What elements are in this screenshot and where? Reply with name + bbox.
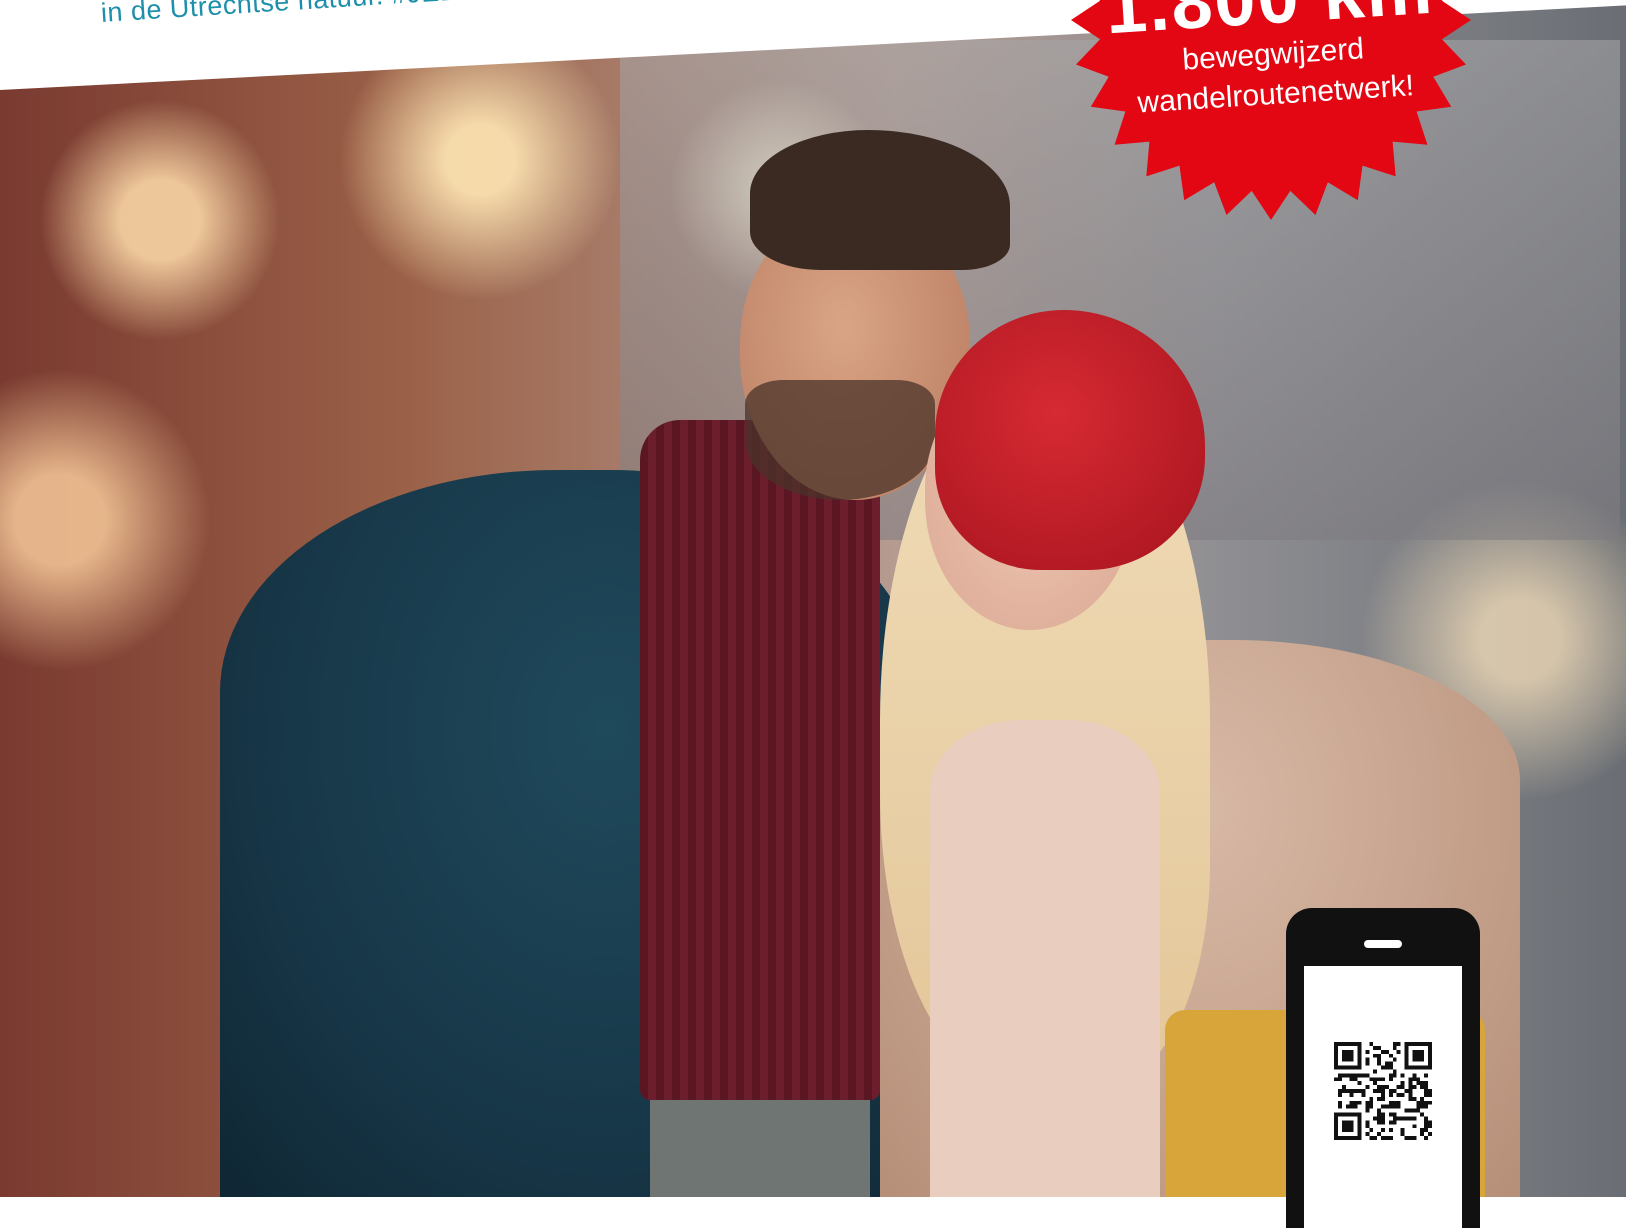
- badge-text: 1.800 km bewegwijzerd wandelroutenetwerk…: [1053, 0, 1489, 242]
- woman-sweater: [930, 720, 1160, 1197]
- distance-badge: 1.800 km bewegwijzerd wandelroutenetwerk…: [1066, 0, 1476, 230]
- qr-code-icon[interactable]: [1334, 1042, 1432, 1140]
- man-beard: [745, 380, 935, 500]
- phone-speaker: [1364, 940, 1402, 948]
- man-scarf: [640, 420, 880, 1100]
- phone-graphic: [1286, 908, 1480, 1228]
- phone-screen: [1304, 966, 1462, 1228]
